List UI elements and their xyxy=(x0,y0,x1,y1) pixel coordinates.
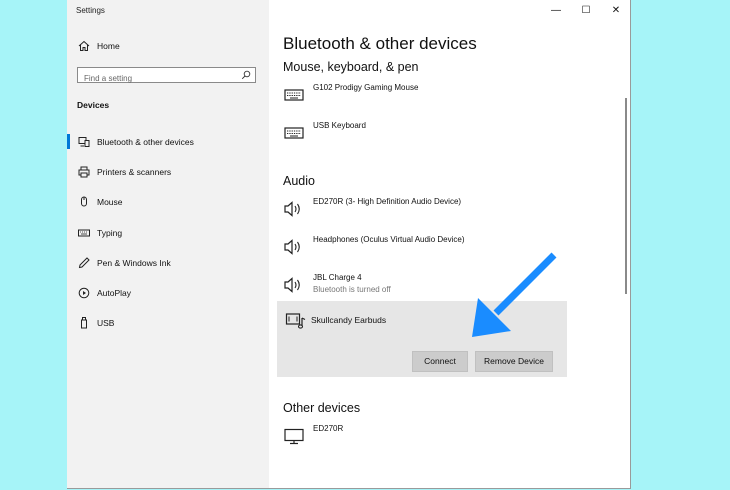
settings-window: Settings Home Devices Bluetooth & other … xyxy=(67,0,631,489)
sidebar-item-usb[interactable]: USB xyxy=(67,310,269,336)
device-name: Headphones (Oculus Virtual Audio Device) xyxy=(313,235,465,244)
sidebar-item-printers[interactable]: Printers & scanners xyxy=(67,159,269,185)
search-box[interactable] xyxy=(77,67,256,86)
device-name: USB Keyboard xyxy=(313,121,366,130)
sidebar-item-label: Bluetooth & other devices xyxy=(97,137,194,147)
device-ed270r-audio[interactable]: ED270R (3- High Definition Audio Device) xyxy=(283,197,567,227)
device-name: ED270R xyxy=(313,424,344,433)
home-icon xyxy=(78,40,90,51)
mouse-icon xyxy=(81,196,87,207)
audio-device-icon xyxy=(285,313,306,329)
pen-icon xyxy=(78,257,90,269)
monitor-icon xyxy=(284,428,304,445)
autoplay-icon xyxy=(78,287,90,299)
printer-icon xyxy=(78,166,90,178)
sidebar-item-autoplay[interactable]: AutoPlay xyxy=(67,280,269,306)
keyboard-icon xyxy=(284,89,304,101)
sidebar-item-label: AutoPlay xyxy=(97,288,132,298)
sidebar: Settings Home Devices Bluetooth & other … xyxy=(67,0,269,488)
page-title: Bluetooth & other devices xyxy=(283,34,477,53)
sidebar-item-label: Typing xyxy=(97,228,123,238)
sidebar-item-label: USB xyxy=(97,318,115,328)
category-other-devices: Other devices xyxy=(283,401,361,415)
sidebar-item-label: Home xyxy=(97,41,120,51)
sidebar-item-label: Pen & Windows Ink xyxy=(97,258,171,268)
sidebar-item-label: Mouse xyxy=(97,197,123,207)
sidebar-item-mouse[interactable]: Mouse xyxy=(67,189,269,215)
connect-button[interactable]: Connect xyxy=(412,351,468,372)
sidebar-item-home[interactable]: Home xyxy=(67,33,269,59)
device-oculus-headphones[interactable]: Headphones (Oculus Virtual Audio Device) xyxy=(283,235,567,265)
main-panel: Bluetooth & other devices Mouse, keyboar… xyxy=(269,0,630,488)
device-status: Bluetooth is turned off xyxy=(313,285,391,294)
device-name: G102 Prodigy Gaming Mouse xyxy=(313,83,419,92)
category-input-devices: Mouse, keyboard, & pen xyxy=(283,60,419,74)
device-jbl-charge[interactable]: JBL Charge 4 Bluetooth is turned off xyxy=(283,273,567,303)
category-audio: Audio xyxy=(283,174,315,188)
device-usb-keyboard[interactable]: USB Keyboard xyxy=(283,121,567,151)
speaker-icon xyxy=(284,201,300,217)
sidebar-item-bluetooth[interactable]: Bluetooth & other devices xyxy=(67,129,269,155)
keyboard-icon xyxy=(78,229,90,237)
sidebar-item-label: Printers & scanners xyxy=(97,167,172,177)
search-input[interactable] xyxy=(78,71,234,86)
speaker-icon xyxy=(284,277,300,293)
selected-device-card[interactable]: Skullcandy Earbuds Connect Remove Device xyxy=(277,301,567,377)
speaker-icon xyxy=(284,239,300,255)
device-name: Skullcandy Earbuds xyxy=(311,315,387,325)
device-ed270r-monitor[interactable]: ED270R xyxy=(283,424,567,454)
usb-icon xyxy=(81,317,87,329)
sidebar-item-pen[interactable]: Pen & Windows Ink xyxy=(67,250,269,276)
scrollbar[interactable] xyxy=(625,98,627,294)
device-gaming-mouse[interactable]: G102 Prodigy Gaming Mouse xyxy=(283,83,567,113)
section-title: Devices xyxy=(77,100,110,110)
search-icon[interactable] xyxy=(241,70,251,80)
remove-device-button[interactable]: Remove Device xyxy=(475,351,553,372)
keyboard-icon xyxy=(284,127,304,139)
sidebar-item-typing[interactable]: Typing xyxy=(67,220,269,246)
window-title: Settings xyxy=(76,6,105,15)
device-name: JBL Charge 4 xyxy=(313,273,362,282)
bluetooth-devices-icon xyxy=(78,137,90,147)
device-name: ED270R (3- High Definition Audio Device) xyxy=(313,197,462,206)
